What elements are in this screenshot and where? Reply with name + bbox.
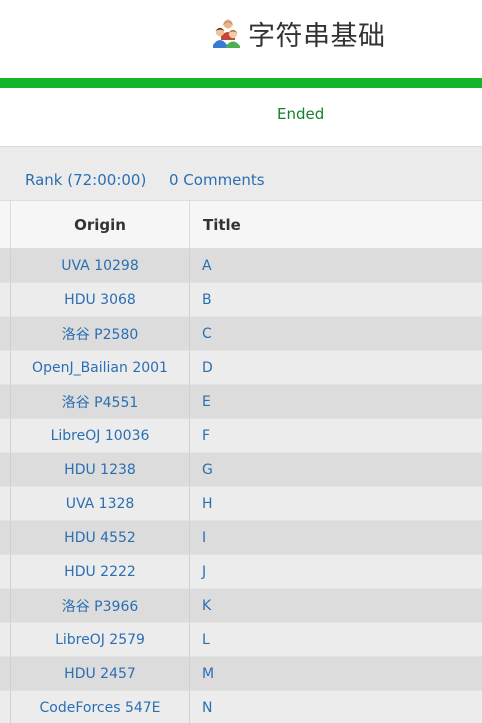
problem-origin-link[interactable]: CodeForces 547E (11, 691, 190, 723)
problem-title-link[interactable]: N (190, 691, 482, 723)
problem-title-link[interactable]: H (190, 487, 482, 520)
table-row: HDU 3068 B (0, 283, 482, 317)
table-row: LibreOJ 2579 L (0, 623, 482, 657)
contest-progress-bar (0, 78, 482, 88)
contest-header: 字符串基础 (0, 0, 482, 78)
table-row: 洛谷 P2580 C (0, 317, 482, 351)
row-left-cell (0, 623, 11, 656)
contest-status: Ended (277, 105, 325, 123)
problem-title-link[interactable]: L (190, 623, 482, 656)
problem-origin-link[interactable]: HDU 1238 (11, 453, 190, 486)
table-row: LibreOJ 10036 F (0, 419, 482, 453)
table-row: 洛谷 P3966 K (0, 589, 482, 623)
problem-title-link[interactable]: F (190, 419, 482, 452)
problem-table-body: UVA 10298 A HDU 3068 B 洛谷 P2580 C OpenJ_Bailia… (0, 249, 482, 723)
problem-origin-link[interactable]: HDU 2457 (11, 657, 190, 690)
row-left-cell (0, 317, 11, 350)
problem-title-link[interactable]: E (190, 385, 482, 418)
problem-origin-link[interactable]: 洛谷 P2580 (11, 317, 190, 350)
table-row: HDU 2222 J (0, 555, 482, 589)
problem-origin-link[interactable]: UVA 10298 (11, 249, 190, 282)
table-row: CodeForces 547E N (0, 691, 482, 723)
header-left-column (0, 201, 11, 248)
problem-title-link[interactable]: D (190, 351, 482, 384)
table-row: HDU 1238 G (0, 453, 482, 487)
contest-progress-fill (0, 78, 482, 88)
row-left-cell (0, 283, 11, 316)
problem-origin-link[interactable]: 洛谷 P4551 (11, 385, 190, 418)
row-left-cell (0, 385, 11, 418)
row-left-cell (0, 487, 11, 520)
problem-table: Origin Title UVA 10298 A HDU 3068 B 洛谷 P2580… (0, 201, 482, 723)
problem-title-link[interactable]: G (190, 453, 482, 486)
problem-title-link[interactable]: B (190, 283, 482, 316)
row-left-cell (0, 453, 11, 486)
row-left-cell (0, 589, 11, 622)
problem-title-link[interactable]: J (190, 555, 482, 588)
table-row: HDU 2457 M (0, 657, 482, 691)
contest-title-wrap: 字符串基础 (212, 15, 386, 52)
contest-title: 字符串基础 (248, 20, 386, 52)
problem-table-header: Origin Title (0, 201, 482, 249)
problem-origin-link[interactable]: OpenJ_Bailian 2001 (11, 351, 190, 384)
header-title[interactable]: Title (190, 201, 482, 248)
problem-title-link[interactable]: M (190, 657, 482, 690)
contest-links-row: Rank (72:00:00) 0 Comments (0, 146, 482, 201)
problem-origin-link[interactable]: HDU 3068 (11, 283, 190, 316)
table-row: UVA 10298 A (0, 249, 482, 283)
row-left-cell (0, 521, 11, 554)
problem-title-link[interactable]: K (190, 589, 482, 622)
problem-title-link[interactable]: A (190, 249, 482, 282)
contest-status-row: Ended (0, 88, 482, 146)
row-left-cell (0, 691, 11, 723)
problem-origin-link[interactable]: 洛谷 P3966 (11, 589, 190, 622)
problem-origin-link[interactable]: LibreOJ 10036 (11, 419, 190, 452)
group-users-icon (212, 18, 240, 48)
problem-title-link[interactable]: C (190, 317, 482, 350)
row-left-cell (0, 351, 11, 384)
table-row: HDU 4552 I (0, 521, 482, 555)
table-row: 洛谷 P4551 E (0, 385, 482, 419)
row-left-cell (0, 657, 11, 690)
comments-link[interactable]: 0 Comments (169, 171, 265, 189)
header-origin[interactable]: Origin (11, 201, 190, 248)
row-left-cell (0, 555, 11, 588)
table-row: UVA 1328 H (0, 487, 482, 521)
row-left-cell (0, 249, 11, 282)
problem-title-link[interactable]: I (190, 521, 482, 554)
table-row: OpenJ_Bailian 2001 D (0, 351, 482, 385)
problem-origin-link[interactable]: HDU 4552 (11, 521, 190, 554)
problem-origin-link[interactable]: HDU 2222 (11, 555, 190, 588)
rank-link[interactable]: Rank (72:00:00) (25, 171, 146, 189)
problem-origin-link[interactable]: LibreOJ 2579 (11, 623, 190, 656)
row-left-cell (0, 419, 11, 452)
problem-origin-link[interactable]: UVA 1328 (11, 487, 190, 520)
